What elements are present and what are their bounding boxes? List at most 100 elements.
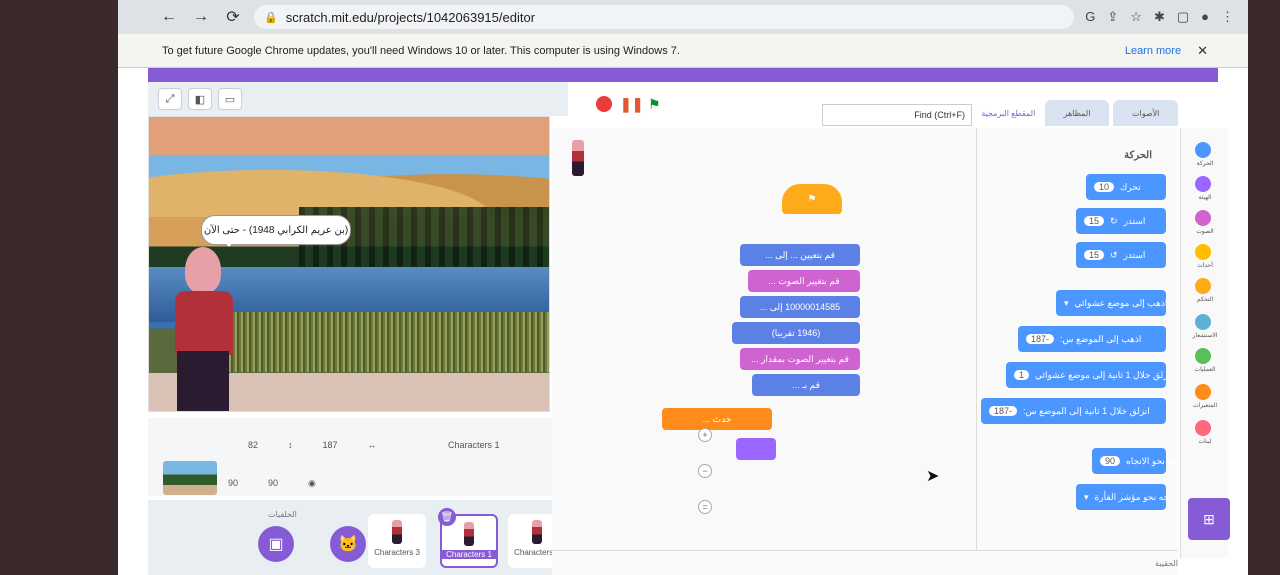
scripts-area[interactable]: ⚑ قم بتعيين ... إلى ... قم بتغيير الصوت … bbox=[552, 128, 992, 558]
category-sound[interactable] bbox=[1195, 210, 1211, 226]
category-label: المتغيرات bbox=[1192, 403, 1218, 409]
sprite-name-field[interactable]: Characters 1 bbox=[448, 440, 500, 450]
category-label: أحداث bbox=[1197, 263, 1213, 269]
speech-text: (بن عريم الكرابي 1948) - حتى الآن bbox=[203, 224, 349, 236]
fullscreen-icon[interactable]: ⤢ bbox=[158, 88, 182, 110]
add-extension-icon[interactable]: ⊞ bbox=[1188, 498, 1230, 540]
learn-more-link[interactable]: Learn more bbox=[1125, 45, 1181, 57]
arrows-horizontal-icon: ↔ bbox=[367, 440, 377, 450]
code-block[interactable]: قم بتعيين ... إلى ... bbox=[740, 244, 860, 266]
eye-icon[interactable]: ◉ bbox=[308, 478, 316, 489]
zoom-out-icon[interactable]: − bbox=[698, 464, 712, 478]
back-icon[interactable]: ← bbox=[158, 6, 180, 28]
palette-block[interactable]: اذهب إلى موضع عشوائي ▾ bbox=[1056, 290, 1167, 316]
y-field[interactable]: 187 bbox=[323, 440, 338, 450]
code-block[interactable]: حدث ... bbox=[662, 408, 772, 430]
category-control[interactable] bbox=[1195, 278, 1211, 294]
reeds bbox=[209, 312, 549, 372]
lock-icon: 🔒 bbox=[264, 11, 278, 24]
screen: ← → ⟳ 🔒 scratch.mit.edu/projects/1042063… bbox=[118, 0, 1248, 575]
category-label: الهيئة bbox=[1198, 195, 1212, 201]
backpack-bar[interactable]: الحقيبة bbox=[552, 550, 1178, 575]
category-looks[interactable] bbox=[1195, 176, 1211, 192]
palette-block-label: تحرك bbox=[1120, 181, 1141, 192]
forward-icon[interactable]: → bbox=[190, 6, 212, 28]
close-icon[interactable]: ✕ bbox=[1197, 43, 1208, 59]
code-block[interactable]: قم بتغيير الصوت ... bbox=[748, 270, 860, 292]
browser-actions: G ⇪ ☆ ✱ ▢ ● ⋮ bbox=[1085, 9, 1248, 25]
code-block[interactable]: 10000014585 إلى ... bbox=[740, 296, 860, 318]
code-block[interactable]: (1946 تقريبا) bbox=[732, 322, 860, 344]
name-row: Characters 1 bbox=[448, 440, 500, 450]
palette-block-value[interactable]: -187 bbox=[989, 406, 1018, 416]
small-stage-icon[interactable]: ◧ bbox=[188, 88, 212, 110]
character-sprite[interactable] bbox=[171, 247, 237, 411]
share-icon[interactable]: ⇪ bbox=[1107, 9, 1118, 25]
category-events[interactable] bbox=[1195, 244, 1211, 260]
size-field[interactable]: 90 bbox=[228, 478, 238, 489]
palette-block-value[interactable]: 90 bbox=[1100, 456, 1121, 466]
category-motion[interactable] bbox=[1195, 142, 1211, 158]
palette-block-label: اذهب إلى الموضع س: bbox=[1060, 333, 1142, 344]
zoom-reset-icon[interactable]: = bbox=[698, 500, 712, 514]
category-my-blocks[interactable] bbox=[1195, 420, 1211, 436]
palette-block[interactable]: اتجه نحو الاتجاه 90 bbox=[1092, 448, 1183, 474]
trash-icon[interactable]: 🗑 bbox=[438, 508, 456, 526]
tab-costumes[interactable]: المظاهر bbox=[1044, 100, 1110, 126]
x-field[interactable]: 82 bbox=[248, 440, 258, 450]
palette-block[interactable]: تحرك 10 bbox=[1086, 174, 1166, 200]
palette-block-value[interactable]: 1 bbox=[1014, 370, 1030, 380]
address-bar[interactable]: 🔒 scratch.mit.edu/projects/1042063915/ed… bbox=[254, 5, 1074, 29]
google-icon[interactable]: G bbox=[1085, 9, 1095, 25]
sprite-name: Characters 3 bbox=[374, 548, 420, 557]
scratch-menu-bar bbox=[148, 68, 1218, 82]
profile-icon[interactable]: ● bbox=[1201, 9, 1209, 25]
reload-icon[interactable]: ⟳ bbox=[222, 6, 244, 28]
category-variables[interactable] bbox=[1195, 384, 1211, 400]
large-stage-icon[interactable]: ▭ bbox=[218, 88, 242, 110]
palette-block-value[interactable]: -187 bbox=[1026, 334, 1055, 344]
palette-block[interactable]: استدر ↺ 15 bbox=[1076, 242, 1166, 268]
character-head bbox=[185, 247, 221, 293]
zoom-in-icon[interactable]: + bbox=[698, 428, 712, 442]
stop-icon[interactable] bbox=[596, 96, 612, 112]
pause-icon[interactable]: ❚❚ bbox=[620, 96, 643, 112]
direction-field[interactable]: 90 bbox=[268, 478, 278, 489]
palette-block[interactable]: انزلق خلال 1 ثانية إلى موضع عشوائي 1 bbox=[1006, 362, 1173, 388]
palette-block[interactable]: انزلق خلال 1 ثانية إلى الموضع س: -187 bbox=[981, 398, 1166, 424]
when-flag-clicked-block[interactable]: ⚑ bbox=[782, 184, 842, 214]
palette-block-value[interactable]: 10 bbox=[1094, 182, 1115, 192]
rotate-left-icon: ↺ bbox=[1110, 249, 1118, 260]
code-block[interactable]: قم بـ ... bbox=[752, 374, 860, 396]
category-label: الاستشعار bbox=[1192, 333, 1218, 339]
browser-toolbar: ← → ⟳ 🔒 scratch.mit.edu/projects/1042063… bbox=[118, 0, 1248, 34]
menu-icon[interactable]: ⋮ bbox=[1221, 9, 1234, 25]
add-sprite-icon[interactable]: 🐱 bbox=[330, 526, 366, 562]
palette-block-value[interactable]: 15 bbox=[1084, 250, 1105, 260]
backpack-label: الحقيبة bbox=[1155, 558, 1178, 568]
palette-block[interactable]: اذهب إلى الموضع س: -187 bbox=[1018, 326, 1166, 352]
category-operators[interactable] bbox=[1195, 348, 1211, 364]
find-box[interactable]: Find (Ctrl+F) bbox=[822, 104, 972, 126]
add-backdrop-icon[interactable]: ▣ bbox=[258, 526, 294, 562]
extension-icon[interactable]: ✱ bbox=[1154, 9, 1165, 25]
tab-sounds[interactable]: الأصوات bbox=[1113, 100, 1178, 126]
tab-icon[interactable]: ▢ bbox=[1177, 9, 1189, 25]
editor-tabs: الأصوات المظاهر المقطع البرمجية bbox=[975, 100, 1178, 128]
stage-thumbnail[interactable] bbox=[163, 461, 217, 495]
palette-block-label: استدر bbox=[1123, 249, 1146, 260]
url-text: scratch.mit.edu/projects/1042063915/edit… bbox=[285, 9, 536, 25]
star-icon[interactable]: ☆ bbox=[1130, 9, 1142, 25]
green-flag-icon[interactable]: ⚑ bbox=[648, 96, 666, 114]
sprite-tile[interactable]: Characters 3 bbox=[368, 514, 426, 568]
palette-block-value[interactable]: 15 bbox=[1084, 216, 1105, 226]
palette-block[interactable]: اتجه نحو مؤشر الفأرة ▾ bbox=[1076, 484, 1174, 510]
category-sensing[interactable] bbox=[1195, 314, 1211, 330]
category-label: الحركة bbox=[1196, 161, 1214, 167]
code-block[interactable] bbox=[736, 438, 776, 460]
update-infobar: To get future Google Chrome updates, you… bbox=[118, 34, 1248, 68]
code-block[interactable]: قم بتغيير الصوت بمقدار ... bbox=[740, 348, 860, 370]
palette-block[interactable]: استدر ↻ 15 bbox=[1076, 208, 1166, 234]
tab-code[interactable]: المقطع البرمجية bbox=[975, 100, 1041, 126]
stage[interactable]: (بن عريم الكرابي 1948) - حتى الآن bbox=[148, 116, 550, 412]
